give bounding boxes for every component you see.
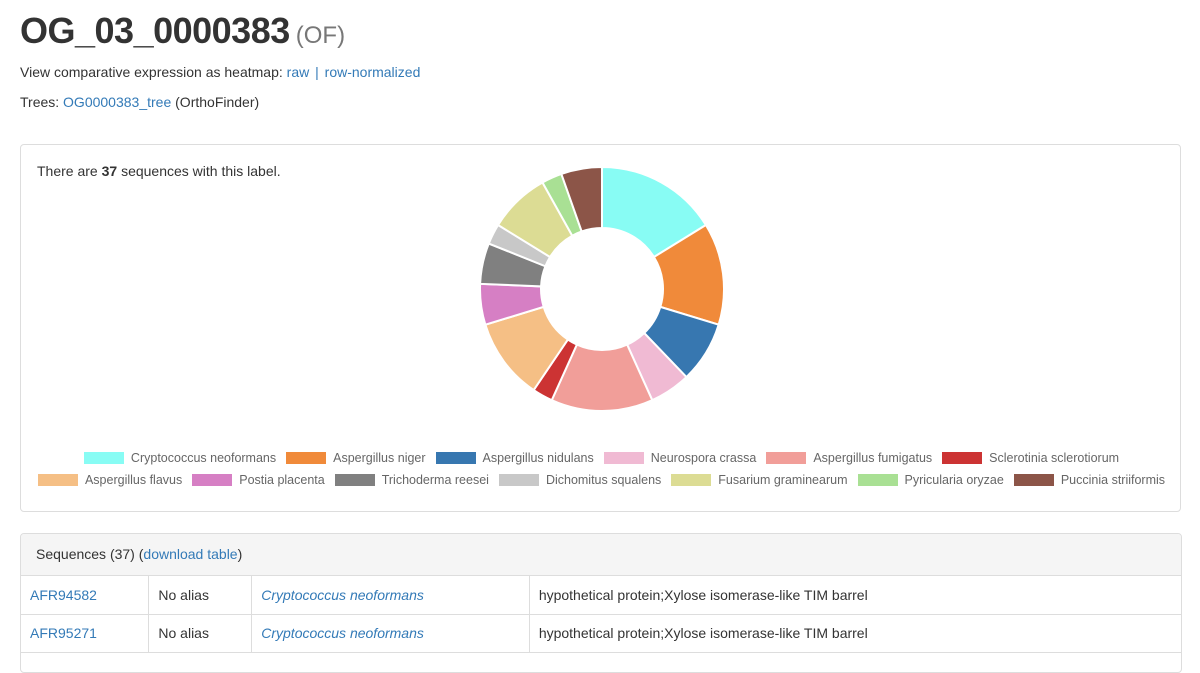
table-cell: Cryptococcus neoformans [251,576,530,615]
legend-swatch [83,452,124,464]
legend-swatch [603,452,644,464]
table-cell: No alias [148,614,253,653]
legend-label: Dichomitus squalens [545,473,662,487]
legend-item[interactable]: Postia placenta [192,473,325,487]
legend-item[interactable]: Aspergillus nidulans [435,451,594,465]
legend-label: Aspergillus niger [333,451,426,465]
legend-item[interactable]: Cryptococcus neoformans [83,451,277,465]
chart-legend-row-1: Cryptococcus neoformans Aspergillus niger… [21,451,1182,465]
method-tag: (OF) [295,22,346,49]
legend-swatch [286,452,327,464]
heatmap-row-normalized-link[interactable]: row-normalized [325,64,421,80]
legend-swatch [192,474,233,486]
sequence-alias: No alias [158,586,209,603]
table-cell: hypothetical protein;Xylose isomerase-li… [529,576,1181,615]
legend-item[interactable]: Trichoderma reesei [334,473,489,487]
sequences-panel: Sequences (37) (download table) AFR94582… [20,533,1182,673]
legend-label: Cryptococcus neoformans [130,451,277,465]
legend-item[interactable]: Aspergillus niger [286,451,426,465]
table-cell: Cryptococcus neoformans [251,614,530,653]
legend-item[interactable]: Pyricularia oryzae [857,473,1004,487]
table-cell: AFR94582 [21,576,150,615]
legend-swatch [857,474,898,486]
legend-swatch [498,474,539,486]
page-title: OG_03_0000383 [20,10,290,51]
legend-swatch [435,452,476,464]
legend-label: Sclerotinia sclerotiorum [989,451,1120,465]
legend-label: Puccinia striiformis [1060,473,1166,487]
legend-label: Postia placenta [239,473,325,487]
species-link[interactable]: Cryptococcus neoformans [261,587,424,603]
legend-swatch [766,452,807,464]
table-cell: hypothetical protein;Xylose isomerase-li… [529,614,1181,653]
heatmap-label: View comparative expression as heatmap: [20,64,283,80]
sequence-description: hypothetical protein;Xylose isomerase-li… [538,586,868,603]
sequence-description: hypothetical protein;Xylose isomerase-li… [538,625,868,641]
trees-line: Trees: OG0000383_tree (OrthoFinder) [20,94,259,110]
sequences-table: AFR94582 No alias Cryptococcus neoformans h… [21,576,1181,653]
page-header: OG_03_0000383 (OF) [20,10,345,52]
close-paren: ) [237,546,243,562]
sequence-id-link[interactable]: AFR95271 [30,625,97,641]
sequence-alias: No alias [158,625,209,641]
heatmap-raw-link[interactable]: raw [287,64,310,80]
legend-item[interactable]: Sclerotinia sclerotiorum [942,451,1119,465]
legend-item[interactable]: Aspergillus flavus [37,473,183,487]
legend-item[interactable]: Dichomitus squalens [498,473,662,487]
table-row: AFR94582 No alias Cryptococcus neoformans h… [21,576,1181,615]
trees-suffix: (OrthoFinder) [175,94,260,110]
legend-item[interactable]: Aspergillus fumigatus [766,451,932,465]
legend-label: Aspergillus flavus [84,473,183,487]
legend-swatch [37,474,78,486]
sequence-id-link[interactable]: AFR94582 [30,587,97,603]
legend-swatch [942,452,983,464]
table-cell: No alias [148,576,253,615]
tree-link[interactable]: OG0000383_tree [63,94,171,110]
species-donut-chart [479,165,725,412]
legend-label: Aspergillus fumigatus [813,451,933,465]
legend-item[interactable]: Fusarium graminearum [671,473,848,487]
legend-swatch [334,474,375,486]
legend-label: Pyricularia oryzae [904,473,1004,487]
link-separator: | [315,64,319,80]
legend-label: Aspergillus nidulans [482,451,594,465]
heatmap-line: View comparative expression as heatmap: … [20,64,420,80]
trees-label: Trees: [20,94,60,110]
sequences-heading: Sequences (37) (download table) [21,534,1181,576]
legend-label: Trichoderma reesei [381,473,489,487]
sequences-title: Sequences (37) [36,546,135,562]
composition-panel: There are 37 sequences with this label. … [20,144,1181,512]
legend-swatch [1013,474,1054,486]
legend-swatch [671,474,712,486]
legend-item[interactable]: Puccinia striiformis [1013,473,1166,487]
table-cell: AFR95271 [21,614,150,653]
species-link[interactable]: Cryptococcus neoformans [261,625,424,641]
legend-item[interactable]: Neurospora crassa [603,451,757,465]
chart-legend-row-2: Aspergillus flavus Postia placenta Trichod… [21,473,1182,487]
table-row: AFR95271 No alias Cryptococcus neoformans h… [21,614,1181,653]
download-table-link[interactable]: download table [143,546,237,562]
legend-label: Neurospora crassa [650,451,757,465]
legend-label: Fusarium graminearum [718,473,848,487]
